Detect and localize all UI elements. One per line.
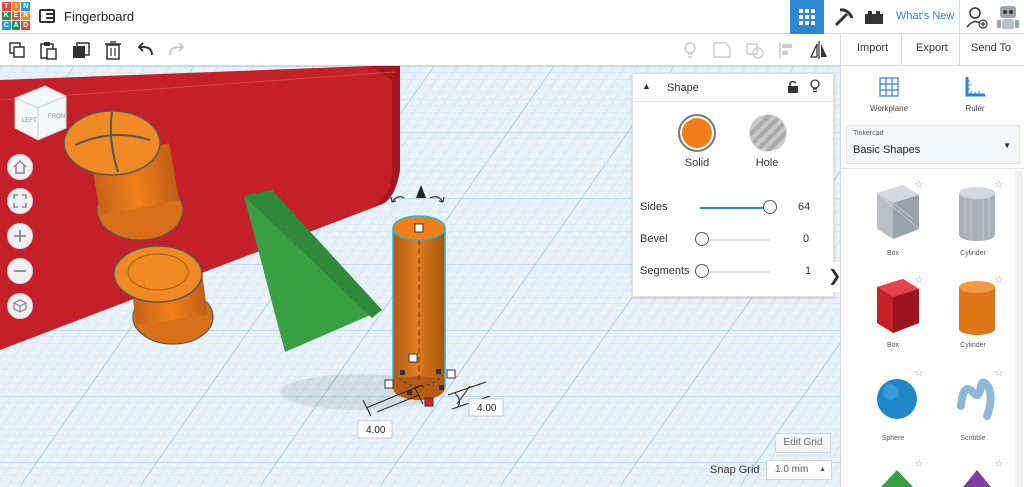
- right-sidebar: Workplane Ruler Tinkercad Basic Shapes ▼…: [840, 66, 1024, 487]
- favorite-star-icon[interactable]: ☆: [994, 178, 1004, 191]
- perspective-button[interactable]: [7, 293, 33, 319]
- lego-brick-icon[interactable]: [863, 8, 885, 26]
- snap-grid-label: Snap Grid: [710, 464, 760, 476]
- align-icon[interactable]: [777, 40, 797, 60]
- library-scrollbar[interactable]: [1015, 170, 1023, 487]
- logo-letter: K: [2, 11, 11, 21]
- segments-label: Segments: [640, 265, 690, 277]
- svg-text:LEFT: LEFT: [22, 118, 37, 124]
- edit-toolbar: Import Export Send To: [0, 34, 1024, 66]
- bevel-slider-thumb[interactable]: [695, 232, 709, 246]
- solid-label: Solid: [684, 157, 710, 169]
- bevel-value[interactable]: 0: [803, 233, 809, 245]
- zoom-in-button[interactable]: [7, 223, 33, 249]
- cube-icon: [13, 299, 27, 313]
- solid-button[interactable]: [678, 114, 716, 152]
- top-bar: TIN KER CAD Fingerboard What's New: [0, 0, 1024, 34]
- svg-text:FRONT: FRONT: [48, 114, 69, 120]
- panel-toggle-chevron-icon[interactable]: ❯: [828, 262, 841, 292]
- sides-slider-thumb[interactable]: [763, 200, 777, 214]
- undo-icon[interactable]: [136, 40, 156, 60]
- library-source: Tinkercad: [853, 130, 884, 137]
- redo-icon[interactable]: [166, 40, 186, 60]
- logo-letter: E: [11, 11, 21, 21]
- logo-letter: D: [21, 21, 30, 30]
- minus-icon: [14, 270, 26, 272]
- shape-library-select[interactable]: Tinkercad Basic Shapes ▼: [846, 125, 1020, 164]
- bulb-icon[interactable]: [809, 79, 821, 94]
- shape-inspector-panel: ▲ Shape Solid Hole Sides 64 Bevel 0 Segm…: [632, 73, 834, 297]
- mirror-icon[interactable]: [808, 40, 828, 60]
- chevron-up-icon: ▲: [819, 466, 826, 473]
- sides-label: Sides: [640, 201, 668, 213]
- logo-letter: N: [21, 2, 30, 11]
- favorite-star-icon[interactable]: ☆: [914, 273, 924, 286]
- logo-letter: T: [2, 2, 11, 11]
- collapse-icon[interactable]: ▲: [642, 81, 651, 91]
- depth-dimension[interactable]: 4.00: [477, 403, 497, 414]
- lock-icon[interactable]: [787, 80, 799, 94]
- pyramid-green-icon[interactable]: [879, 468, 915, 487]
- logo-letter: R: [21, 11, 30, 21]
- group-icon[interactable]: [744, 40, 764, 60]
- shape-panel-title: Shape: [667, 82, 699, 94]
- ruler-icon[interactable]: [963, 75, 987, 99]
- ruler-label[interactable]: Ruler: [945, 104, 1005, 113]
- dropdown-chevron-icon: ▼: [1003, 141, 1011, 150]
- duplicate-icon[interactable]: [71, 40, 91, 60]
- fit-icon: [13, 194, 27, 208]
- design-list-icon[interactable]: [39, 9, 55, 23]
- bevel-label: Bevel: [640, 233, 668, 245]
- favorite-star-icon[interactable]: ☆: [914, 366, 924, 379]
- favorite-star-icon[interactable]: ☆: [994, 457, 1004, 470]
- sides-slider[interactable]: [700, 207, 770, 209]
- pickaxe-icon[interactable]: [832, 6, 854, 28]
- design-title[interactable]: Fingerboard: [64, 9, 134, 24]
- copy-icon[interactable]: [7, 40, 27, 60]
- sides-value[interactable]: 64: [798, 201, 810, 213]
- note-icon[interactable]: [711, 40, 731, 60]
- segments-value[interactable]: 1: [805, 265, 811, 277]
- export-button[interactable]: Export: [916, 42, 948, 54]
- home-icon: [13, 160, 27, 174]
- logo-letter: I: [11, 2, 21, 11]
- light-bulb-icon[interactable]: [680, 40, 700, 60]
- hole-button[interactable]: [749, 114, 787, 152]
- send-to-button[interactable]: Send To: [971, 42, 1011, 54]
- shape-panel-header: ▲ Shape: [633, 74, 833, 102]
- paste-icon[interactable]: [38, 40, 58, 60]
- tinkercad-logo[interactable]: TIN KER CAD: [2, 2, 30, 30]
- whats-new-link[interactable]: What's New: [896, 10, 954, 22]
- favorite-star-icon[interactable]: ☆: [914, 178, 924, 191]
- cone-purple-icon[interactable]: [959, 468, 995, 487]
- add-user-icon[interactable]: [965, 6, 989, 30]
- library-name: Basic Shapes: [853, 144, 921, 156]
- avatar[interactable]: [994, 2, 1022, 32]
- plus-icon: [14, 230, 26, 242]
- trash-icon[interactable]: [103, 40, 123, 60]
- logo-letter: C: [2, 21, 11, 30]
- segments-slider-thumb[interactable]: [695, 264, 709, 278]
- workplane-label[interactable]: Workplane: [859, 104, 919, 113]
- edit-grid-button[interactable]: Edit Grid: [775, 433, 831, 453]
- bevel-slider[interactable]: [700, 239, 770, 241]
- import-button[interactable]: Import: [857, 42, 888, 54]
- home-view-button[interactable]: [7, 154, 33, 180]
- fit-view-button[interactable]: [7, 188, 33, 214]
- hole-label: Hole: [755, 157, 779, 169]
- 3d-design-view-button[interactable]: [790, 0, 824, 34]
- favorite-star-icon[interactable]: ☆: [994, 273, 1004, 286]
- width-dimension[interactable]: 4.00: [366, 425, 386, 436]
- zoom-out-button[interactable]: [7, 258, 33, 284]
- workplane-icon[interactable]: [877, 75, 901, 99]
- segments-slider[interactable]: [700, 271, 770, 273]
- grid-icon: [799, 9, 815, 25]
- favorite-star-icon[interactable]: ☆: [914, 457, 924, 470]
- favorite-star-icon[interactable]: ☆: [994, 366, 1004, 379]
- logo-letter: A: [11, 21, 21, 30]
- snap-grid-select[interactable]: 1.0 mm ▲: [766, 460, 832, 480]
